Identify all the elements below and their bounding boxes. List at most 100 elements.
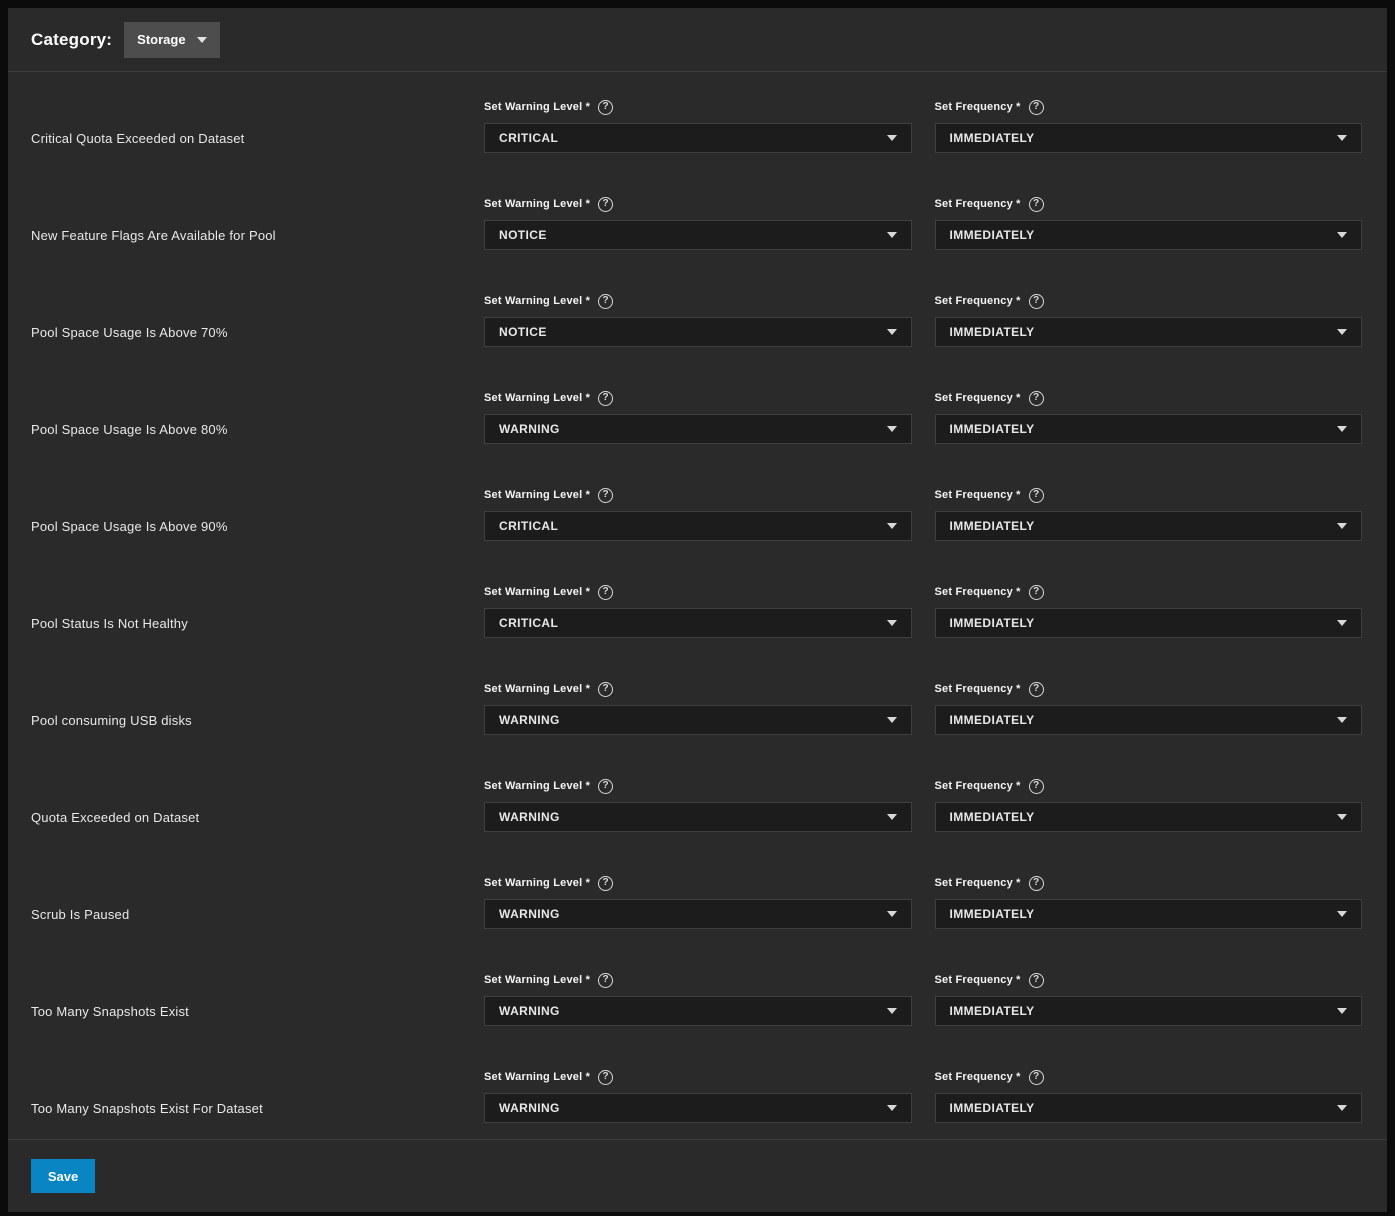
frequency-value: IMMEDIATELY xyxy=(950,519,1338,533)
help-icon[interactable]: ? xyxy=(1029,197,1044,212)
frequency-select[interactable]: IMMEDIATELY xyxy=(935,608,1363,638)
frequency-select[interactable]: IMMEDIATELY xyxy=(935,802,1363,832)
warning-level-label-row: Set Warning Level * ? xyxy=(484,488,912,502)
save-button[interactable]: Save xyxy=(31,1159,95,1193)
frequency-select[interactable]: IMMEDIATELY xyxy=(935,899,1363,929)
help-icon[interactable]: ? xyxy=(1029,1070,1044,1085)
chevron-down-icon xyxy=(197,37,207,43)
warning-level-select[interactable]: WARNING xyxy=(484,705,912,735)
warning-level-select[interactable]: WARNING xyxy=(484,1093,912,1123)
frequency-select[interactable]: IMMEDIATELY xyxy=(935,996,1363,1026)
chevron-down-icon xyxy=(1337,1008,1347,1014)
help-icon[interactable]: ? xyxy=(1029,876,1044,891)
help-icon[interactable]: ? xyxy=(598,391,613,406)
help-icon[interactable]: ? xyxy=(598,585,613,600)
help-icon[interactable]: ? xyxy=(598,488,613,503)
warning-level-select[interactable]: WARNING xyxy=(484,996,912,1026)
warning-level-select[interactable]: NOTICE xyxy=(484,220,912,250)
warning-level-value: WARNING xyxy=(499,907,887,921)
chevron-down-icon xyxy=(887,717,897,723)
frequency-select[interactable]: IMMEDIATELY xyxy=(935,705,1363,735)
warning-level-field: Set Warning Level * ? NOTICE xyxy=(484,197,912,250)
alert-row: Quota Exceeded on Dataset Set Warning Le… xyxy=(8,751,1387,848)
warning-level-value: WARNING xyxy=(499,713,887,727)
frequency-label-row: Set Frequency * ? xyxy=(935,876,1363,890)
warning-level-field: Set Warning Level * ? CRITICAL xyxy=(484,100,912,153)
frequency-field: Set Frequency * ? IMMEDIATELY xyxy=(935,973,1363,1026)
chevron-down-icon xyxy=(1337,620,1347,626)
warning-level-value: CRITICAL xyxy=(499,131,887,145)
frequency-label: Set Frequency * xyxy=(935,489,1021,501)
warning-level-label: Set Warning Level * xyxy=(484,877,590,889)
help-icon[interactable]: ? xyxy=(1029,585,1044,600)
frequency-value: IMMEDIATELY xyxy=(950,907,1338,921)
chevron-down-icon xyxy=(1337,814,1347,820)
frequency-select[interactable]: IMMEDIATELY xyxy=(935,123,1363,153)
frequency-label-row: Set Frequency * ? xyxy=(935,682,1363,696)
frequency-select[interactable]: IMMEDIATELY xyxy=(935,1093,1363,1123)
chevron-down-icon xyxy=(887,329,897,335)
chevron-down-icon xyxy=(1337,1105,1347,1111)
warning-level-field: Set Warning Level * ? WARNING xyxy=(484,1070,912,1123)
help-icon[interactable]: ? xyxy=(1029,682,1044,697)
alert-rows-list: Critical Quota Exceeded on Dataset Set W… xyxy=(8,72,1387,1139)
warning-level-field: Set Warning Level * ? CRITICAL xyxy=(484,585,912,638)
help-icon[interactable]: ? xyxy=(598,682,613,697)
frequency-select[interactable]: IMMEDIATELY xyxy=(935,511,1363,541)
alert-name-label: Quota Exceeded on Dataset xyxy=(31,802,461,832)
frequency-label: Set Frequency * xyxy=(935,1071,1021,1083)
warning-level-field: Set Warning Level * ? CRITICAL xyxy=(484,488,912,541)
help-icon[interactable]: ? xyxy=(598,294,613,309)
frequency-value: IMMEDIATELY xyxy=(950,713,1338,727)
help-icon[interactable]: ? xyxy=(1029,100,1044,115)
warning-level-select[interactable]: WARNING xyxy=(484,899,912,929)
warning-level-select[interactable]: CRITICAL xyxy=(484,511,912,541)
warning-level-field: Set Warning Level * ? WARNING xyxy=(484,682,912,735)
frequency-field: Set Frequency * ? IMMEDIATELY xyxy=(935,294,1363,347)
alert-row: Too Many Snapshots Exist For Dataset Set… xyxy=(8,1042,1387,1139)
alert-name-label: Pool Space Usage Is Above 80% xyxy=(31,414,461,444)
help-icon[interactable]: ? xyxy=(598,100,613,115)
warning-level-select[interactable]: CRITICAL xyxy=(484,123,912,153)
alert-name-label: Pool Space Usage Is Above 90% xyxy=(31,511,461,541)
frequency-select[interactable]: IMMEDIATELY xyxy=(935,414,1363,444)
chevron-down-icon xyxy=(887,426,897,432)
warning-level-label-row: Set Warning Level * ? xyxy=(484,779,912,793)
frequency-field: Set Frequency * ? IMMEDIATELY xyxy=(935,585,1363,638)
help-icon[interactable]: ? xyxy=(1029,391,1044,406)
help-icon[interactable]: ? xyxy=(598,197,613,212)
frequency-select[interactable]: IMMEDIATELY xyxy=(935,317,1363,347)
category-dropdown[interactable]: Storage xyxy=(124,22,219,58)
frequency-value: IMMEDIATELY xyxy=(950,1101,1338,1115)
frequency-value: IMMEDIATELY xyxy=(950,810,1338,824)
warning-level-select[interactable]: CRITICAL xyxy=(484,608,912,638)
frequency-label-row: Set Frequency * ? xyxy=(935,1070,1363,1084)
warning-level-label: Set Warning Level * xyxy=(484,489,590,501)
help-icon[interactable]: ? xyxy=(1029,294,1044,309)
warning-level-value: NOTICE xyxy=(499,325,887,339)
help-icon[interactable]: ? xyxy=(598,1070,613,1085)
chevron-down-icon xyxy=(1337,232,1347,238)
alert-name-label: Pool Space Usage Is Above 70% xyxy=(31,317,461,347)
warning-level-select[interactable]: NOTICE xyxy=(484,317,912,347)
help-icon[interactable]: ? xyxy=(1029,488,1044,503)
warning-level-select[interactable]: WARNING xyxy=(484,802,912,832)
warning-level-select[interactable]: WARNING xyxy=(484,414,912,444)
frequency-label: Set Frequency * xyxy=(935,586,1021,598)
warning-level-field: Set Warning Level * ? WARNING xyxy=(484,391,912,444)
help-icon[interactable]: ? xyxy=(598,779,613,794)
alert-settings-panel: Category: Storage Critical Quota Exceede… xyxy=(8,8,1387,1212)
alert-row: Pool Space Usage Is Above 70% Set Warnin… xyxy=(8,266,1387,363)
frequency-select[interactable]: IMMEDIATELY xyxy=(935,220,1363,250)
warning-level-label-row: Set Warning Level * ? xyxy=(484,100,912,114)
frequency-label-row: Set Frequency * ? xyxy=(935,779,1363,793)
category-label: Category: xyxy=(31,30,112,50)
chevron-down-icon xyxy=(1337,329,1347,335)
help-icon[interactable]: ? xyxy=(598,876,613,891)
help-icon[interactable]: ? xyxy=(598,973,613,988)
chevron-down-icon xyxy=(1337,523,1347,529)
chevron-down-icon xyxy=(1337,135,1347,141)
help-icon[interactable]: ? xyxy=(1029,973,1044,988)
help-icon[interactable]: ? xyxy=(1029,779,1044,794)
frequency-value: IMMEDIATELY xyxy=(950,616,1338,630)
